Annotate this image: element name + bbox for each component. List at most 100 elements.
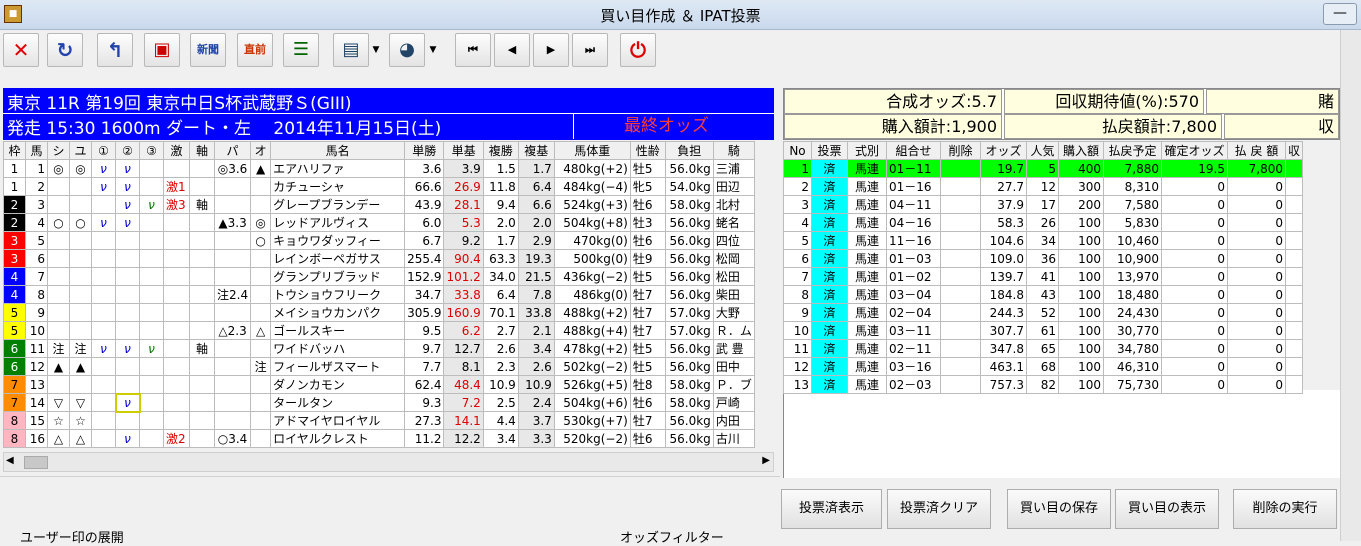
table-row[interactable]: 6 12 ▲ ▲ 注フィールザスマート 7.7 8.1 2.3 2.6 502kg(−2) 牡5 56…	[3, 357, 755, 376]
bet-row[interactable]: 2 済馬連 01－16 27.7 12 300 8,310 0 0	[783, 177, 1304, 196]
table-row[interactable]: 4 7 グランプリブラッド 152.9 101.2 34.0 21.5 436kg(−2) 牡5…	[3, 267, 755, 286]
table-row[interactable]: 2 4 ○ ○ ν ν ▲3.3 ◎ レッドアルヴィス 6.0 5.3 2.0 2.0 504kg(+8)…	[3, 213, 755, 232]
scroll-thumb[interactable]	[24, 456, 48, 469]
next-icon[interactable]: ▶	[533, 33, 569, 67]
bet-table: No 投票 式別 組合せ 削除 オッズ 人気 購入額 払戻予定 確定オッズ払 戻 額収 1 済馬連 0…	[783, 141, 1304, 394]
cell[interactable]: メイショウカンパク	[270, 303, 406, 322]
bet-row[interactable]: 11 済馬連 02－11 347.8 65 100 34,780 0 0	[783, 339, 1304, 358]
cell	[91, 393, 116, 412]
cell: 7.2	[443, 393, 484, 412]
table-row[interactable]: 8 15 ☆ ☆ アドマイヤロイヤル 27.3 14.1 4.4 3.7 530kg(+7) 牡7 5…	[3, 411, 755, 430]
cell[interactable]	[940, 213, 981, 232]
close-icon[interactable]: ✕	[3, 33, 39, 67]
table-row[interactable]: 7 14 ▽ ▽ ν タールタン 9.3 7.2 2.5 2.4 504kg(+6) 牡6 58.0kg…	[3, 392, 755, 413]
table-row[interactable]: 4 8 注2.4 トウショウフリーク 34.7 33.8 6.4 7.8 486kg(0) 牡7 5…	[3, 285, 755, 304]
voted-clear-button[interactable]: 投票済クリア	[887, 489, 991, 529]
vertical-scrollbar[interactable]	[1340, 30, 1361, 541]
scroll-left-icon[interactable]: ◀	[6, 455, 14, 466]
dropdown-arrow-icon[interactable]: ▼	[426, 33, 440, 67]
cell[interactable]: レッドアルヴィス	[270, 213, 406, 232]
show-bets-button[interactable]: 買い目の表示	[1115, 489, 1219, 529]
pie-check-icon[interactable]: ◕	[389, 33, 425, 67]
ticket-icon[interactable]: ▣	[144, 33, 180, 67]
bet-row[interactable]: 1 済馬連 01－11 19.7 5 400 7,880 19.5 7,800	[783, 159, 1304, 178]
bet-row[interactable]: 12 済馬連 03－16 463.1 68 100 46,310 0 0	[783, 357, 1304, 376]
bet-row[interactable]: 3 済馬連 04－11 37.9 17 200 7,580 0 0	[783, 195, 1304, 214]
cell[interactable]: グランプリブラッド	[270, 267, 406, 286]
last-icon[interactable]: ⏭	[572, 33, 608, 67]
cell[interactable]	[940, 195, 981, 214]
cell[interactable]: ダノンカモン	[270, 375, 406, 394]
list-icon[interactable]: ☰	[283, 33, 319, 67]
cell[interactable]	[940, 249, 981, 268]
chokuzen-icon[interactable]: 直前	[237, 33, 273, 67]
horizontal-scrollbar[interactable]: ◀ ▶	[3, 452, 774, 472]
table-row[interactable]: 5 9 メイショウカンパク 305.9 160.9 70.1 33.8 488kg(+2) 牡7…	[3, 303, 755, 322]
voted-show-button[interactable]: 投票済表示	[781, 489, 882, 529]
cell[interactable]	[940, 177, 981, 196]
cell[interactable]: ゴールスキー	[270, 321, 406, 340]
cell[interactable]: ロイヤルクレスト	[270, 429, 406, 448]
table-row[interactable]: 8 16 △ △ ν 激2 ○3.4 ロイヤルクレスト 11.2 12.2 3.4 3.3 520kg(…	[3, 429, 755, 448]
back-icon[interactable]: ↰	[97, 33, 133, 67]
cell	[163, 375, 190, 394]
cell	[69, 375, 92, 394]
shinbun-icon[interactable]: 新聞	[190, 33, 226, 67]
cell	[115, 249, 140, 268]
stop-icon[interactable]: ⏻	[620, 33, 656, 67]
cell[interactable]: フィールザスマート	[270, 357, 406, 376]
cell[interactable]	[940, 357, 981, 376]
cell[interactable]: レインボーペガサス	[270, 249, 406, 268]
table-row[interactable]: 7 13 ダノンカモン 62.4 48.4 10.9 10.9 526kg(+5) 牡8 58.0…	[3, 375, 755, 394]
bet-row[interactable]: 4 済馬連 04－16 58.3 26 100 5,830 0 0	[783, 213, 1304, 232]
save-bets-button[interactable]: 買い目の保存	[1007, 489, 1111, 529]
cell[interactable]	[940, 231, 981, 250]
cell: 109.0	[980, 249, 1027, 268]
cell[interactable]	[940, 285, 981, 304]
bet-row[interactable]: 13 済馬連 02－03 757.3 82 100 75,730 0 0	[783, 375, 1304, 394]
cell[interactable]: グレープブランデー	[270, 195, 406, 214]
cell[interactable]: タールタン	[270, 393, 406, 412]
cell[interactable]	[940, 321, 981, 340]
delete-button[interactable]: 削除の実行	[1233, 489, 1337, 529]
cell: 6.7	[404, 231, 445, 250]
table-row[interactable]: 6 11 注注 ν ν ν 軸ワイドバッハ 9.7 12.7 2.6 3.4 478kg(+2) 牡5 5…	[3, 339, 755, 358]
scroll-right-icon[interactable]: ▶	[762, 455, 770, 466]
cell[interactable]: アドマイヤロイヤル	[270, 411, 406, 430]
cell[interactable]: カチューシャ	[270, 177, 406, 196]
column-header: 複勝	[482, 141, 519, 160]
minimize-button[interactable]: —	[1323, 3, 1357, 25]
table-row[interactable]: 2 3 ν ν 激3 軸グレープブランデー 43.9 28.1 9.4 6.6 524kg(+3) 牡…	[3, 195, 755, 214]
refresh-icon[interactable]: ↻	[47, 33, 83, 67]
cell[interactable]	[940, 303, 981, 322]
bet-row[interactable]: 5 済馬連 11－16 104.6 34 100 10,460 0 0	[783, 231, 1304, 250]
cell[interactable]	[940, 267, 981, 286]
table-row[interactable]: 5 10 △2.3 △ ゴールスキー 9.5 6.2 2.7 2.1 488kg(+4) 牡7 57.…	[3, 321, 755, 340]
cell[interactable]: ワイドバッハ	[270, 339, 406, 358]
cell[interactable]: エアハリファ	[270, 159, 406, 178]
table-row[interactable]: 1 1 ◎ ◎ ν ν ◎3.6 ▲ エアハリファ 3.6 3.9 1.5 1.7 480kg(+2) 牡5…	[3, 159, 755, 178]
doc-check-icon[interactable]: ▤	[333, 33, 369, 67]
table-row[interactable]: 3 5 ○ キョウワダッフィー 6.7 9.2 1.7 2.9 470kg(0) 牡6 56.0kg…	[3, 231, 755, 250]
cell[interactable]	[940, 339, 981, 358]
bet-row[interactable]: 10 済馬連 03－11 307.7 61 100 30,770 0 0	[783, 321, 1304, 340]
cell: 牡6	[629, 429, 666, 448]
bet-row[interactable]: 7 済馬連 01－02 139.7 41 100 13,970 0 0	[783, 267, 1304, 286]
cell: 58.0kg	[664, 375, 714, 394]
bet-row[interactable]: 6 済馬連 01－03 109.0 36 100 10,900 0 0	[783, 249, 1304, 268]
cell	[47, 303, 70, 322]
dropdown-arrow-icon[interactable]: ▼	[369, 33, 383, 67]
cell[interactable]	[940, 159, 981, 178]
cell[interactable]: キョウワダッフィー	[270, 231, 406, 250]
table-row[interactable]: 3 6 レインボーペガサス 255.4 90.4 63.3 19.3 500kg(0) 牡9 56…	[3, 249, 755, 268]
cell: 蛯名	[712, 213, 755, 232]
cell: 101.2	[443, 267, 484, 286]
first-icon[interactable]: ⏮	[455, 33, 491, 67]
bet-row[interactable]: 9 済馬連 02－04 244.3 52 100 24,430 0 0	[783, 303, 1304, 322]
bet-row[interactable]: 8 済馬連 03－04 184.8 43 100 18,480 0 0	[783, 285, 1304, 304]
cell[interactable]: トウショウフリーク	[270, 285, 406, 304]
cell	[250, 195, 272, 214]
table-row[interactable]: 1 2 ν ν 激1 カチューシャ 66.6 26.9 11.8 6.4 484kg(−4) 牝5 54…	[3, 177, 755, 196]
cell[interactable]	[940, 375, 981, 394]
prev-icon[interactable]: ◀	[494, 33, 530, 67]
